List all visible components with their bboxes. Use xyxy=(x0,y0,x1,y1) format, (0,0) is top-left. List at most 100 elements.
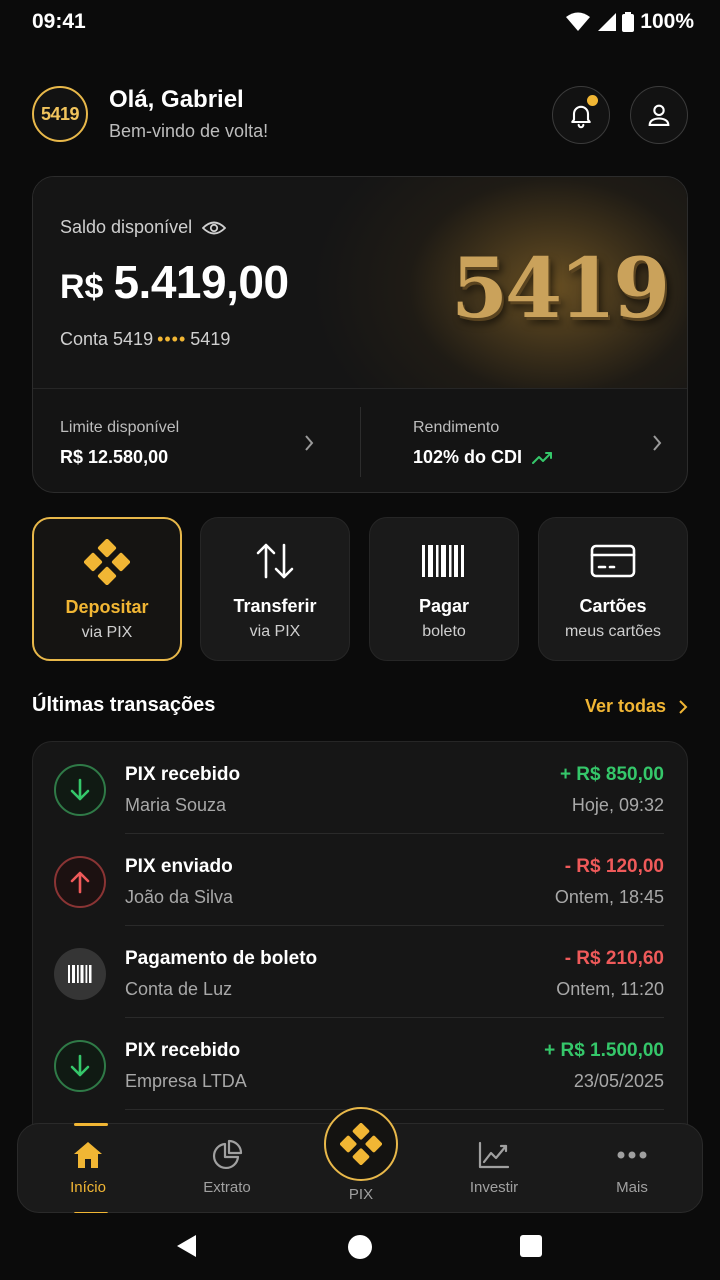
balance-currency: R$ xyxy=(60,268,104,306)
divider xyxy=(125,1109,664,1110)
pix-fab-button[interactable] xyxy=(324,1107,398,1181)
transaction-name: PIX enviado xyxy=(125,856,233,877)
balance-label-row: Saldo disponível xyxy=(60,217,227,238)
balance-value: 5.419,00 xyxy=(113,256,289,308)
transaction-amount: + R$ 850,00 xyxy=(559,764,664,785)
eye-icon[interactable] xyxy=(202,219,227,237)
transaction-party: Maria Souza xyxy=(125,795,227,815)
cards-button[interactable]: Cartões meus cartões xyxy=(538,517,688,661)
transfer-arrows-icon xyxy=(201,540,349,582)
tab-home[interactable]: Início xyxy=(33,1123,143,1215)
home-button[interactable] xyxy=(348,1235,372,1259)
brand-logo: 5419 xyxy=(32,86,88,142)
profile-button[interactable] xyxy=(630,86,688,144)
transaction-list: PIX recebido Maria Souza + R$ 850,00 Hoj… xyxy=(32,741,688,1161)
bottom-tab-bar: Início Extrato PIX Investir Mais xyxy=(17,1107,703,1215)
transaction-name: Pagamento de boleto xyxy=(125,948,318,969)
tab-pix-label: PIX xyxy=(348,1186,374,1203)
home-icon xyxy=(33,1138,143,1172)
balance-section: Saldo disponível R$ 5.419,00 Conta 5419 •… xyxy=(33,177,687,388)
credit-card-icon xyxy=(539,540,687,582)
tab-statement[interactable]: Extrato xyxy=(172,1124,282,1214)
tab-label: Início xyxy=(70,1179,106,1196)
action-title: Depositar xyxy=(65,597,149,617)
pie-chart-icon xyxy=(172,1138,282,1172)
tab-more[interactable]: Mais xyxy=(577,1124,687,1214)
transfer-pix-button[interactable]: Transferir via PIX xyxy=(200,517,350,661)
action-subtitle: boleto xyxy=(422,623,466,640)
tab-label: Investir xyxy=(469,1179,519,1196)
balance-details: Limite disponível R$ 12.580,00 Rendiment… xyxy=(33,388,687,492)
action-subtitle: via PIX xyxy=(81,624,133,641)
transaction-amount: - R$ 120,00 xyxy=(564,856,664,877)
chevron-right-icon xyxy=(653,435,662,451)
notifications-button[interactable] xyxy=(552,86,610,144)
transaction-date: Hoje, 09:32 xyxy=(571,795,664,815)
battery-level: 100% xyxy=(640,10,694,33)
yield-value-row: 102% do CDI xyxy=(413,447,554,468)
recents-button[interactable] xyxy=(520,1235,542,1257)
battery-icon xyxy=(622,12,635,32)
chevron-right-icon xyxy=(679,699,688,714)
transaction-date: Ontem, 18:45 xyxy=(554,887,664,907)
action-subtitle: via PIX xyxy=(249,623,301,640)
deposit-pix-button[interactable]: Depositar via PIX xyxy=(32,517,182,661)
tab-label: Mais xyxy=(616,1179,648,1196)
transaction-party: João da Silva xyxy=(125,887,234,907)
transaction-party: Conta de Luz xyxy=(125,979,233,999)
trend-up-icon xyxy=(532,451,553,464)
see-all-button[interactable]: Ver todas xyxy=(585,696,688,717)
pix-icon xyxy=(340,1123,382,1165)
see-all-label: Ver todas xyxy=(584,696,666,716)
pay-bill-button[interactable]: Pagar boleto xyxy=(369,517,519,661)
balance-label: Saldo disponível xyxy=(60,217,193,237)
barcode-icon xyxy=(54,948,106,1000)
pix-icon xyxy=(34,539,180,585)
notification-dot xyxy=(587,95,598,106)
transaction-amount: + R$ 1.500,00 xyxy=(544,1040,664,1061)
arrow-down-icon xyxy=(54,764,106,816)
tab-label: Extrato xyxy=(203,1179,251,1196)
more-dots-icon xyxy=(577,1138,687,1172)
transaction-date: 23/05/2025 xyxy=(573,1071,664,1091)
yield-button[interactable]: Rendimento 102% do CDI xyxy=(361,389,687,492)
tab-invest[interactable]: Investir xyxy=(439,1124,549,1214)
greeting-text: Olá, Gabriel xyxy=(109,86,244,113)
wifi-icon xyxy=(566,12,591,31)
chevron-right-icon xyxy=(305,435,314,451)
user-icon xyxy=(648,104,670,126)
action-title: Transferir xyxy=(233,596,317,616)
back-icon[interactable] xyxy=(176,1234,198,1258)
status-time: 09:41 xyxy=(32,10,86,33)
limit-button[interactable]: Limite disponível R$ 12.580,00 xyxy=(33,389,360,492)
signal-icon xyxy=(598,13,617,31)
limit-value: R$ 12.580,00 xyxy=(60,447,169,467)
transaction-name: PIX recebido xyxy=(125,1040,241,1061)
balance-amount: R$ 5.419,00 xyxy=(60,255,289,309)
status-bar: 09:41 100% xyxy=(0,0,720,44)
transactions-title: Últimas transações xyxy=(32,694,216,716)
action-title: Cartões xyxy=(579,596,647,616)
barcode-icon xyxy=(370,540,518,582)
transaction-row[interactable]: PIX recebido Empresa LTDA + R$ 1.500,00 … xyxy=(33,1018,687,1110)
gold-emblem: 5419 xyxy=(451,241,670,337)
quick-actions: Depositar via PIX Transferir via PIX Pag… xyxy=(32,517,688,661)
arrow-down-icon xyxy=(54,1040,106,1092)
system-nav-bar xyxy=(0,1213,720,1280)
transaction-name: PIX recebido xyxy=(125,764,241,785)
account-number: Conta 5419 •••• 5419 xyxy=(60,329,230,350)
yield-label: Rendimento xyxy=(413,419,500,436)
welcome-text: Bem-vindo de volta! xyxy=(109,121,269,141)
balance-card: Saldo disponível R$ 5.419,00 Conta 5419 •… xyxy=(32,176,688,493)
action-title: Pagar xyxy=(418,596,470,616)
transaction-row[interactable]: PIX recebido Maria Souza + R$ 850,00 Hoj… xyxy=(33,742,687,834)
account-suffix: 5419 xyxy=(190,329,231,349)
transaction-party: Empresa LTDA xyxy=(125,1071,247,1091)
yield-value: 102% do CDI xyxy=(413,447,523,467)
line-chart-icon xyxy=(439,1138,549,1172)
arrow-up-icon xyxy=(54,856,106,908)
transaction-row[interactable]: PIX enviado João da Silva - R$ 120,00 On… xyxy=(33,834,687,926)
limit-label: Limite disponível xyxy=(60,419,180,436)
transaction-date: Ontem, 11:20 xyxy=(556,979,664,999)
transaction-row[interactable]: Pagamento de boleto Conta de Luz - R$ 21… xyxy=(33,926,687,1018)
